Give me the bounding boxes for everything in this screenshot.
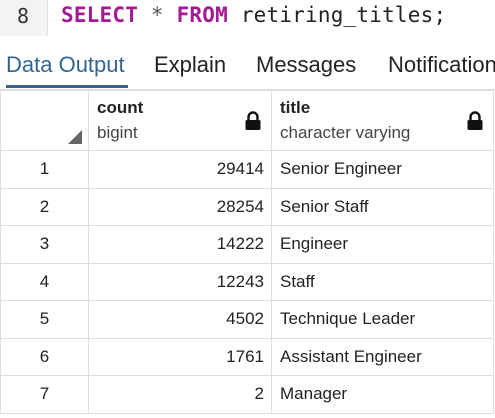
- cell-title[interactable]: Senior Staff: [271, 187, 494, 226]
- table-row[interactable]: 4 12243 Staff: [0, 262, 494, 301]
- cell-title[interactable]: Technique Leader: [271, 300, 494, 339]
- column-header-count[interactable]: count bigint: [88, 90, 272, 151]
- column-type: character varying: [280, 123, 411, 142]
- editor-gutter: 8: [0, 0, 48, 36]
- cell-count[interactable]: 12243: [88, 262, 272, 301]
- select-all-corner[interactable]: [0, 90, 89, 151]
- cell-count[interactable]: 28254: [88, 187, 272, 226]
- cell-count[interactable]: 29414: [88, 150, 272, 189]
- cell-count[interactable]: 14222: [88, 225, 272, 264]
- cell-title[interactable]: Engineer: [271, 225, 494, 264]
- table-row[interactable]: 1 29414 Senior Engineer: [0, 150, 494, 189]
- cell-count[interactable]: 1761: [88, 337, 272, 376]
- lock-icon: [467, 111, 483, 130]
- tab-data-output[interactable]: Data Output: [6, 52, 128, 88]
- sql-editor[interactable]: 8 SELECT * FROM retiring_titles;: [0, 0, 495, 40]
- results-tab-bar: Data Output Explain Messages Notificatio…: [0, 40, 495, 90]
- row-number[interactable]: 5: [0, 300, 89, 339]
- row-number[interactable]: 1: [0, 150, 89, 189]
- line-number: 8: [16, 4, 29, 28]
- row-number[interactable]: 7: [0, 375, 89, 414]
- results-table: count bigint title character varying 1 2…: [0, 90, 494, 414]
- tab-messages[interactable]: Messages: [256, 52, 356, 88]
- table-row[interactable]: 3 14222 Engineer: [0, 225, 494, 264]
- table-row[interactable]: 6 1761 Assistant Engineer: [0, 337, 494, 376]
- data-output-grid: count bigint title character varying 1 2…: [0, 90, 495, 418]
- cell-title[interactable]: Assistant Engineer: [271, 337, 494, 376]
- cell-title[interactable]: Staff: [271, 262, 494, 301]
- cell-count[interactable]: 2: [88, 375, 272, 414]
- table-header-row: count bigint title character varying: [0, 90, 494, 151]
- table-row[interactable]: 5 4502 Technique Leader: [0, 300, 494, 339]
- sql-keyword-from: FROM: [176, 3, 228, 27]
- cell-title[interactable]: Senior Engineer: [271, 150, 494, 189]
- cell-count[interactable]: 4502: [88, 300, 272, 339]
- sql-table-name: retiring_titles;: [240, 3, 447, 27]
- column-type: bigint: [97, 123, 138, 142]
- query-tool-page: 8 SELECT * FROM retiring_titles; Data Ou…: [0, 0, 495, 418]
- sql-code-line[interactable]: SELECT * FROM retiring_titles;: [61, 3, 446, 27]
- corner-triangle-icon: [68, 130, 82, 144]
- table-row[interactable]: 7 2 Manager: [0, 375, 494, 414]
- column-header-title[interactable]: title character varying: [271, 90, 494, 151]
- sql-star: *: [150, 3, 164, 27]
- cell-title[interactable]: Manager: [271, 375, 494, 414]
- lock-icon: [245, 111, 261, 130]
- row-number[interactable]: 2: [0, 187, 89, 226]
- row-number[interactable]: 3: [0, 225, 89, 264]
- column-name: count: [97, 98, 144, 117]
- table-row[interactable]: 2 28254 Senior Staff: [0, 187, 494, 226]
- tab-explain[interactable]: Explain: [154, 52, 226, 88]
- row-number[interactable]: 6: [0, 337, 89, 376]
- row-number[interactable]: 4: [0, 262, 89, 301]
- column-name: title: [280, 98, 311, 117]
- tab-notifications[interactable]: Notifications: [388, 52, 495, 88]
- sql-keyword-select: SELECT: [61, 3, 139, 27]
